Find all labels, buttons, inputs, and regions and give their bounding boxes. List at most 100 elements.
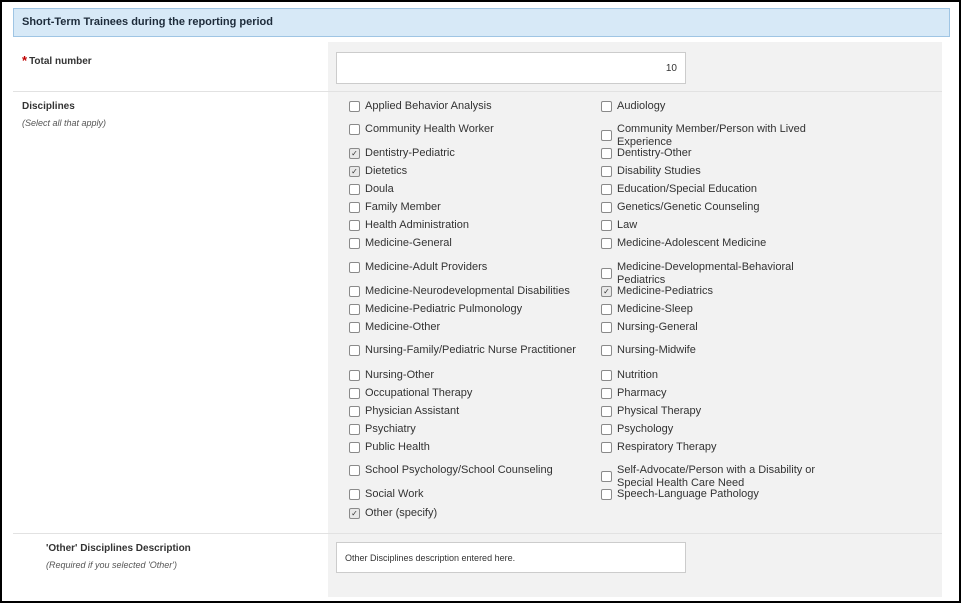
discipline-option[interactable]: Medicine-General (349, 237, 452, 250)
checkbox-icon[interactable] (349, 423, 360, 435)
discipline-option-label: Physical Therapy (617, 405, 702, 417)
checkbox-icon[interactable] (601, 201, 612, 213)
checkbox-icon[interactable] (601, 344, 612, 356)
discipline-option[interactable]: Medicine-Neurodevelopmental Disabilities (349, 285, 570, 298)
other-description-label: 'Other' Disciplines Description (46, 543, 191, 554)
section-header: Short-Term Trainees during the reporting… (13, 8, 950, 37)
checkbox-icon[interactable] (349, 303, 360, 315)
discipline-option[interactable]: Dentistry-Other (601, 147, 692, 160)
checkbox-icon[interactable] (349, 261, 360, 273)
discipline-option[interactable]: Community Member/Person with Lived Exper… (601, 123, 832, 148)
checkbox-icon[interactable] (601, 219, 612, 231)
discipline-option[interactable]: Nursing-Family/Pediatric Nurse Practitio… (349, 344, 576, 357)
discipline-option[interactable]: Disability Studies (601, 165, 701, 178)
checkbox-icon[interactable] (601, 165, 612, 177)
checkbox-icon[interactable] (349, 441, 360, 453)
checkbox-icon[interactable] (349, 321, 360, 333)
checkbox-icon[interactable] (349, 201, 360, 213)
discipline-option[interactable]: ✓ Other (specify) (349, 507, 437, 520)
checkbox-icon[interactable] (601, 369, 612, 381)
checkbox-icon[interactable] (601, 488, 612, 500)
discipline-option[interactable]: Medicine-Adolescent Medicine (601, 237, 766, 250)
discipline-option[interactable]: Nursing-Midwife (601, 344, 696, 357)
discipline-option[interactable]: Community Health Worker (349, 123, 494, 136)
discipline-option[interactable]: Audiology (601, 100, 665, 113)
discipline-option[interactable]: Medicine-Sleep (601, 303, 693, 316)
discipline-option-label: Nursing-Family/Pediatric Nurse Practitio… (365, 344, 576, 356)
checkbox-icon[interactable] (349, 344, 360, 356)
discipline-option-label: Medicine-Adolescent Medicine (617, 237, 767, 249)
checkbox-icon[interactable] (349, 488, 360, 500)
discipline-option[interactable]: Physical Therapy (601, 405, 701, 418)
discipline-option[interactable]: Nutrition (601, 369, 658, 382)
discipline-option-label: Medicine-Adult Providers (365, 261, 488, 273)
checkbox-icon[interactable] (601, 147, 612, 159)
checkbox-checked-icon[interactable]: ✓ (349, 507, 360, 519)
discipline-option[interactable]: Physician Assistant (349, 405, 459, 418)
discipline-option[interactable]: ✓ Medicine-Pediatrics (601, 285, 713, 298)
discipline-option[interactable]: Self-Advocate/Person with a Disability o… (601, 464, 832, 489)
discipline-option[interactable]: Respiratory Therapy (601, 441, 716, 454)
disciplines-hint: (Select all that apply) (22, 118, 107, 128)
discipline-option[interactable]: School Psychology/School Counseling (349, 464, 553, 477)
checkbox-icon[interactable] (601, 441, 612, 453)
checkbox-checked-icon[interactable]: ✓ (349, 147, 360, 159)
discipline-option-label: Medicine-Developmental-Behavioral Pediat… (617, 261, 794, 286)
discipline-option[interactable]: Education/Special Education (601, 183, 757, 196)
discipline-option[interactable]: Social Work (349, 488, 423, 501)
other-description-input[interactable] (336, 542, 686, 573)
checkbox-icon[interactable] (601, 471, 612, 482)
checkbox-icon[interactable] (601, 130, 612, 141)
discipline-option[interactable]: Nursing-General (601, 321, 698, 334)
discipline-option[interactable]: Medicine-Pediatric Pulmonology (349, 303, 522, 316)
discipline-option[interactable]: Nursing-Other (349, 369, 434, 382)
checkbox-icon[interactable] (601, 387, 612, 399)
checkbox-icon[interactable] (601, 237, 612, 249)
discipline-option[interactable]: ✓ Dietetics (349, 165, 407, 178)
discipline-option[interactable]: Family Member (349, 201, 441, 214)
discipline-option[interactable]: Medicine-Developmental-Behavioral Pediat… (601, 261, 832, 286)
checkbox-icon[interactable] (601, 423, 612, 435)
checkbox-checked-icon[interactable]: ✓ (349, 165, 360, 177)
discipline-option[interactable]: Medicine-Adult Providers (349, 261, 487, 274)
discipline-option[interactable]: Occupational Therapy (349, 387, 472, 400)
checkbox-icon[interactable] (601, 100, 612, 112)
discipline-option[interactable]: Genetics/Genetic Counseling (601, 201, 759, 214)
discipline-option[interactable]: Psychology (601, 423, 673, 436)
checkbox-icon[interactable] (349, 369, 360, 381)
checkbox-icon[interactable] (349, 387, 360, 399)
discipline-option[interactable]: Public Health (349, 441, 430, 454)
discipline-option[interactable]: Health Administration (349, 219, 469, 232)
checkbox-icon[interactable] (349, 237, 360, 249)
checkbox-icon[interactable] (349, 405, 360, 417)
discipline-option-label: Community Health Worker (365, 123, 494, 135)
discipline-option[interactable]: Speech-Language Pathology (601, 488, 759, 501)
checkbox-icon[interactable] (349, 100, 360, 112)
checkbox-checked-icon[interactable]: ✓ (601, 285, 612, 297)
checkbox-icon[interactable] (601, 268, 612, 279)
checkbox-icon[interactable] (349, 183, 360, 195)
required-asterisk: * (22, 53, 28, 68)
checkbox-icon[interactable] (601, 183, 612, 195)
discipline-option[interactable]: Medicine-Other (349, 321, 440, 334)
checkbox-icon[interactable] (601, 405, 612, 417)
checkbox-icon[interactable] (601, 303, 612, 315)
discipline-option[interactable]: Psychiatry (349, 423, 416, 436)
total-number-input[interactable] (336, 52, 686, 84)
checkbox-icon[interactable] (349, 464, 360, 476)
discipline-option[interactable]: Law (601, 219, 637, 232)
discipline-option-label: Disability Studies (617, 165, 701, 177)
discipline-option[interactable]: ✓ Dentistry-Pediatric (349, 147, 455, 160)
discipline-option[interactable]: Doula (349, 183, 394, 196)
discipline-option[interactable]: Applied Behavior Analysis (349, 100, 492, 113)
discipline-option[interactable]: Pharmacy (601, 387, 667, 400)
checkbox-icon[interactable] (601, 321, 612, 333)
checkbox-icon[interactable] (349, 285, 360, 297)
checkbox-icon[interactable] (349, 123, 360, 135)
discipline-option-label: Nursing-General (617, 321, 698, 333)
discipline-option-label: Public Health (365, 441, 430, 453)
discipline-option-label: School Psychology/School Counseling (365, 464, 553, 476)
checkbox-icon[interactable] (349, 219, 360, 231)
discipline-option-label: Respiratory Therapy (617, 441, 717, 453)
total-number-label-text: Total number (29, 56, 92, 67)
